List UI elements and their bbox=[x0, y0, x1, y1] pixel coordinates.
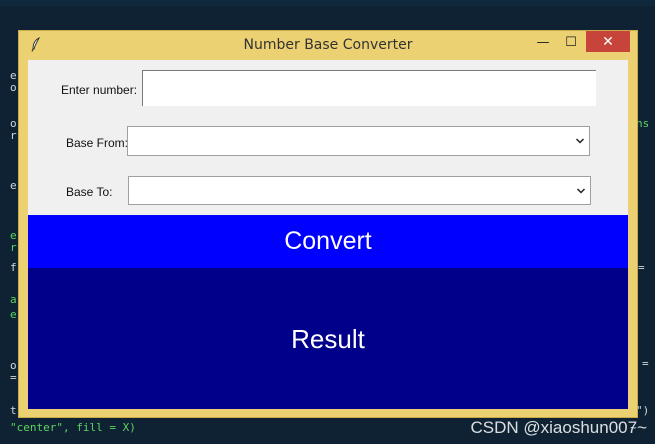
result-display: Result bbox=[28, 269, 628, 409]
app-window: Number Base Converter — ☐ ✕ Enter number… bbox=[18, 30, 638, 418]
close-button[interactable]: ✕ bbox=[586, 31, 630, 52]
terminal-char: r bbox=[10, 241, 17, 254]
base-from-select[interactable] bbox=[127, 126, 590, 156]
terminal-char: o bbox=[10, 81, 17, 94]
base-from-label: Base From: bbox=[66, 136, 129, 150]
convert-button[interactable]: Convert bbox=[28, 215, 628, 269]
terminal-char: = bbox=[638, 261, 645, 274]
title-bar[interactable]: Number Base Converter — ☐ ✕ bbox=[19, 31, 637, 59]
maximize-button[interactable]: ☐ bbox=[558, 32, 584, 52]
base-to-label: Base To: bbox=[66, 185, 113, 199]
maximize-icon: ☐ bbox=[565, 34, 577, 50]
terminal-code-line: "center", fill = X) bbox=[10, 421, 136, 434]
close-icon: ✕ bbox=[602, 33, 614, 50]
base-to-select[interactable] bbox=[128, 176, 591, 205]
terminal-char: r bbox=[10, 129, 17, 142]
chevron-down-icon bbox=[575, 138, 585, 144]
watermark: CSDN @xiaoshun007~ bbox=[470, 418, 648, 437]
terminal-char: e bbox=[10, 308, 17, 321]
terminal-char: = bbox=[642, 357, 649, 370]
terminal-char: = bbox=[10, 371, 17, 384]
chevron-down-icon bbox=[576, 188, 586, 194]
minimize-button[interactable]: — bbox=[530, 32, 556, 52]
window-client-area: Enter number: Base From: Base To: Conver… bbox=[28, 60, 628, 409]
terminal-top-strip bbox=[0, 0, 655, 6]
terminal-char: e bbox=[10, 179, 17, 192]
terminal-char: a bbox=[10, 293, 17, 306]
terminal-char: f bbox=[10, 261, 17, 274]
terminal-char: t bbox=[10, 404, 17, 417]
minimize-icon: — bbox=[536, 34, 550, 50]
number-label: Enter number: bbox=[61, 83, 138, 97]
number-input[interactable] bbox=[142, 70, 596, 106]
